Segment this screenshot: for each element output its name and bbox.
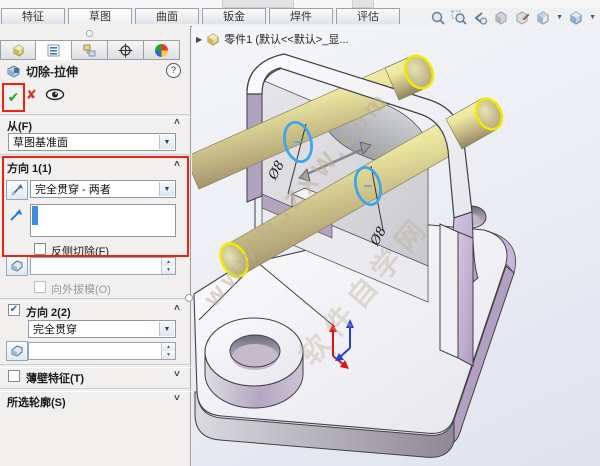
zoom-area-icon[interactable]	[450, 10, 468, 26]
tab-sketch[interactable]: 草图	[68, 8, 132, 24]
chevron-up-icon[interactable]: ˄	[174, 303, 180, 314]
tab-sheetmetal[interactable]: 钣金	[202, 8, 266, 24]
heads-up-toolbar: ▼ ▼	[429, 9, 597, 26]
model-canvas[interactable]: Ø8 Ø8	[192, 26, 600, 466]
graphics-viewport[interactable]: ▶ 零件1 (默认<<默认>_显... Ø8 Ø8 www.RJZXW.com …	[192, 26, 600, 466]
dropdown-arrow-icon[interactable]: ▼	[159, 322, 174, 336]
draft-outward-label: 向外拔模(O)	[51, 284, 111, 296]
feature-title-label: 切除-拉伸	[26, 64, 78, 79]
spinner-up-icon[interactable]: ▲	[162, 258, 175, 266]
direction1-end-condition-value: 完全贯穿 - 两者	[35, 184, 111, 196]
draft-outward-checkbox[interactable]	[34, 281, 46, 293]
thin-feature-header[interactable]: 薄壁特征(T)	[26, 370, 84, 386]
configuration-manager-tab-icon[interactable]	[72, 40, 108, 60]
dimxpert-manager-tab-icon[interactable]	[108, 40, 144, 60]
flyout-feature-tree[interactable]: ▶ 零件1 (默认<<默认>_显...	[196, 31, 349, 47]
chevron-up-icon[interactable]: ˄	[174, 117, 180, 128]
direction1-arrow-icon	[8, 208, 23, 228]
preview-eye-icon[interactable]	[45, 88, 65, 106]
display-style-icon[interactable]	[567, 10, 585, 26]
command-manager-bar: 特征 草图 曲面 钣金 焊件 评估 ▼ ▼	[0, 0, 600, 27]
tab-surfaces[interactable]: 曲面	[135, 8, 199, 24]
cut-extrude-icon	[7, 64, 20, 78]
from-plane-value: 草图基准面	[13, 137, 68, 149]
view-orientation-caret-icon[interactable]: ▼	[556, 14, 563, 21]
dropdown-arrow-icon[interactable]: ▼	[159, 135, 174, 149]
flyout-arrow-icon[interactable]: ▶	[196, 35, 202, 44]
zoom-fit-icon[interactable]	[429, 10, 447, 26]
spinner-down-icon[interactable]: ▼	[162, 266, 175, 274]
tab-weldments[interactable]: 焊件	[269, 8, 333, 24]
thin-feature-checkbox[interactable]	[8, 370, 20, 382]
spinner-up-icon[interactable]: ▲	[162, 343, 175, 351]
feature-manager-tab-icon[interactable]	[0, 40, 36, 60]
right-leg-front-face[interactable]	[439, 223, 459, 359]
draft-button[interactable]	[6, 256, 28, 276]
draft-angle-spinner-2[interactable]: ▲ ▼	[28, 342, 176, 360]
dropdown-arrow-icon[interactable]: ▼	[159, 182, 174, 196]
selection-highlight-bar	[32, 206, 38, 225]
chevron-down-icon[interactable]: ˅	[174, 369, 180, 380]
previous-view-icon[interactable]	[471, 10, 489, 26]
direction2-section-header[interactable]: 方向 2(2)	[26, 304, 71, 320]
from-section-header[interactable]: 从(F)	[7, 118, 32, 134]
reverse-direction-button[interactable]	[6, 180, 28, 200]
boss-hole-bottom[interactable]	[232, 344, 278, 370]
chevron-down-icon[interactable]: ˅	[174, 393, 180, 404]
cancel-button[interactable]: ✘	[26, 87, 37, 103]
from-plane-dropdown[interactable]: 草图基准面 ▼	[8, 133, 176, 151]
direction1-end-condition-dropdown[interactable]: 完全贯穿 - 两者 ▼	[30, 180, 176, 198]
direction2-end-condition-value: 完全贯穿	[33, 324, 77, 336]
help-icon[interactable]: ?	[166, 63, 181, 78]
divider	[0, 298, 191, 302]
flip-side-checkbox[interactable]	[34, 243, 46, 255]
direction2-checkbox[interactable]: ✔	[8, 304, 20, 316]
right-leg-side-face[interactable]	[457, 231, 474, 367]
divider	[0, 388, 191, 392]
splitter-handle[interactable]	[185, 294, 193, 302]
divider	[0, 364, 191, 368]
property-manager-tab-icon[interactable]	[36, 40, 72, 60]
draft-button-2[interactable]	[6, 341, 28, 361]
edit-appearance-icon[interactable]	[513, 10, 531, 26]
manager-tab-strip	[0, 40, 180, 61]
display-manager-tab-icon[interactable]	[144, 40, 180, 60]
panel-resize-handle[interactable]	[86, 30, 93, 37]
direction1-selection-listbox[interactable]	[30, 204, 176, 237]
ribbon-stub	[222, 0, 294, 8]
feature-title: 切除-拉伸	[6, 63, 78, 79]
confirm-annotation-box: ✔	[2, 83, 25, 112]
tab-features[interactable]: 特征	[1, 8, 65, 24]
draft-angle-spinner[interactable]: ▲ ▼	[30, 257, 176, 275]
confirm-button[interactable]: ✔	[8, 89, 20, 106]
ribbon-stub	[352, 0, 374, 8]
chevron-up-icon[interactable]: ˄	[174, 159, 180, 170]
display-style-caret-icon[interactable]: ▼	[589, 14, 596, 21]
view-orientation-icon[interactable]	[534, 10, 552, 26]
divider	[0, 154, 191, 158]
property-manager-panel: 切除-拉伸 ? ✔ ✘ 从(F) ˄ 草图基准面 ▼ 方向 1(1) ˄ 完全贯…	[0, 26, 193, 466]
section-view-icon[interactable]	[492, 10, 510, 26]
direction1-section-header[interactable]: 方向 1(1)	[7, 160, 52, 176]
ribbon-sliver	[0, 0, 600, 8]
part-icon	[207, 33, 219, 46]
selected-contours-header[interactable]: 所选轮廓(S)	[7, 394, 66, 410]
direction2-end-condition-dropdown[interactable]: 完全贯穿 ▼	[28, 320, 176, 338]
solidworks-window: 特征 草图 曲面 钣金 焊件 评估 ▼ ▼ 切除-拉伸 ? ✔ ✘ 从(F) ˄…	[0, 0, 600, 466]
spinner-down-icon[interactable]: ▼	[162, 351, 175, 359]
tab-evaluate[interactable]: 评估	[336, 8, 400, 24]
feature-tree-label: 零件1 (默认<<默认>_显...	[224, 34, 349, 46]
